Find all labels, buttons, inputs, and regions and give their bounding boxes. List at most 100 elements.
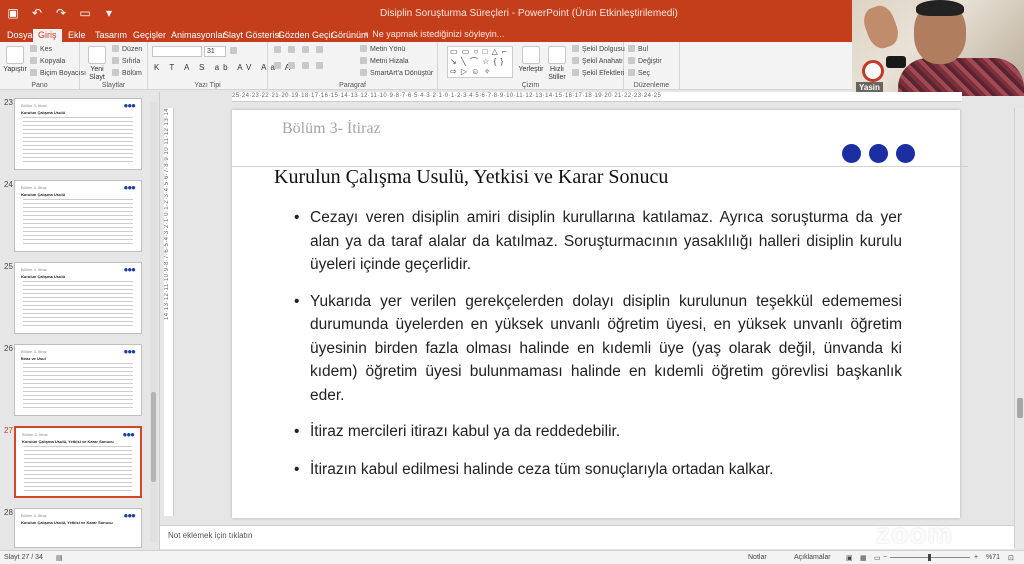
grow-font-button[interactable]	[230, 47, 240, 55]
scrollbar-thumb[interactable]	[151, 392, 156, 482]
align-text-button[interactable]: Metni Hizala	[360, 57, 409, 65]
presenter-shirt	[898, 58, 1024, 96]
slide-sorter-icon[interactable]: ▦	[860, 554, 867, 562]
tab-transitions[interactable]: Geçişler	[128, 29, 171, 42]
justify-button[interactable]	[316, 62, 326, 70]
dots-icon: ●●●	[123, 265, 136, 274]
bullet-item[interactable]: İtiraz mercileri itirazı kabul ya da red…	[294, 420, 902, 444]
decrease-indent-button[interactable]	[302, 46, 312, 54]
align-center-button[interactable]	[288, 62, 298, 70]
bullet-item[interactable]: İtirazın kabul edilmesi halinde ceza tüm…	[294, 458, 902, 482]
presenter-hand	[859, 2, 903, 52]
zoom-watermark: zoom	[876, 518, 954, 549]
notes-placeholder[interactable]: Not eklemek için tıklatın	[168, 531, 252, 540]
thumbnail-heading: Kurulun Çalışma Usulü	[21, 192, 66, 197]
spellcheck-icon[interactable]: ▤	[56, 554, 63, 562]
new-slide-icon	[88, 46, 106, 64]
numbering-button[interactable]	[288, 46, 298, 54]
tab-home[interactable]: Giriş	[33, 29, 62, 42]
format-painter-button[interactable]: Biçim Boyacısı	[30, 69, 86, 77]
select-button[interactable]: Seç	[628, 69, 650, 77]
slide-body-text[interactable]: Cezayı veren disiplin amiri disiplin kur…	[294, 206, 902, 481]
cut-button[interactable]: Kes	[30, 45, 52, 53]
bullet-item[interactable]: Cezayı veren disiplin amiri disiplin kur…	[294, 206, 902, 277]
quick-styles-button[interactable]: Hızlı Stiller	[544, 46, 570, 82]
tab-design[interactable]: Tasarım	[90, 29, 132, 42]
shapes-gallery[interactable]: ▭ ▭ ○ □ △ ⌐ ↘ ╲ ⌒ ☆ { } ⇨ ▷ ☺ ✧	[447, 46, 513, 78]
text-direction-button[interactable]: Metin Yönü	[360, 45, 405, 53]
align-right-button[interactable]	[302, 62, 312, 70]
group-editing: Bul Değiştir Seç Düzenleme	[624, 42, 680, 90]
quick-access-toolbar: ▣ ↶ ↷ ▭ ▾	[6, 6, 116, 20]
group-label-drawing: Çizim	[521, 82, 540, 89]
reading-view-icon[interactable]: ▭	[874, 554, 881, 562]
present-icon[interactable]: ▭	[78, 6, 92, 20]
group-clipboard: Yapıştır Kes Kopyala Biçim Boyacısı Pano	[0, 42, 86, 90]
tell-me-box[interactable]: ♀ Ne yapmak istediğinizi söyleyin...	[363, 29, 504, 39]
bullet-item[interactable]: Yukarıda yer verilen gerekçelerden dolay…	[294, 290, 902, 408]
thumbnail-section: Bölüm 3- İtiraz	[21, 349, 47, 354]
thumbnail-text-lines	[23, 117, 133, 165]
slide-thumbnail[interactable]: Bölüm 3- İtiraz Kurulun Çalışma Usulü ●●…	[14, 180, 142, 252]
dot-icon	[896, 144, 915, 163]
thumbnail-number: 25	[4, 262, 13, 271]
reset-button[interactable]: Sıfırla	[112, 57, 140, 65]
zoom-level[interactable]: %71	[986, 554, 1000, 561]
thumbnail-section: Bölüm 3- İtiraz	[22, 432, 48, 437]
shape-fill-button[interactable]: Şekil Dolgusu	[572, 45, 625, 53]
customize-qat-icon[interactable]: ▾	[102, 6, 116, 20]
notes-button[interactable]: Notlar	[748, 554, 767, 561]
convert-smartart-button[interactable]: SmartArt'a Dönüştür	[360, 69, 433, 77]
horizontal-ruler[interactable]: 25·24·23·22·21·20·19·18·17·16·15·14·13·1…	[232, 92, 962, 102]
find-button[interactable]: Bul	[628, 45, 648, 53]
vertical-ruler-marks: 14·13·12·11·10·9·8·7·6·5·4·3·2·1·0·1·2·3…	[164, 108, 170, 320]
paste-button[interactable]: Yapıştır	[2, 46, 28, 74]
status-bar: Slayt 27 / 34 ▤ Notlar Açıklamalar ▣ ▦ ▭…	[0, 550, 1024, 564]
editor-scrollbar[interactable]	[1014, 108, 1024, 548]
slide-section-title[interactable]: Bölüm 3- İtiraz	[282, 120, 381, 138]
fit-to-window-icon[interactable]: ⊡	[1008, 554, 1014, 562]
slide-thumbnail[interactable]: Bölüm 3- İtiraz İtiraz ve Usul ●●●	[14, 344, 142, 416]
dots-decoration	[842, 144, 915, 163]
scrollbar-thumb[interactable]	[1017, 398, 1023, 418]
layout-button[interactable]: Düzen	[112, 45, 142, 53]
thumbnail-heading: Kurulun Çalışma Usulü, Yetkisi ve Karar …	[21, 520, 113, 525]
thumbnails-scrollbar[interactable]	[150, 102, 157, 542]
save-icon[interactable]: ▣	[6, 6, 20, 20]
slide-thumbnail[interactable]: Bölüm 3- İtiraz Kurulun Çalışma Usulü ●●…	[14, 262, 142, 334]
thumbnail-number: 23	[4, 98, 13, 107]
group-label-clipboard: Pano	[31, 82, 48, 89]
comments-button[interactable]: Açıklamalar	[794, 554, 831, 561]
zoom-slider-handle[interactable]	[928, 554, 931, 561]
slide-thumbnail[interactable]: Bölüm 3- İtiraz Kurulun Çalışma Usulü, Y…	[14, 508, 142, 548]
arrange-button[interactable]: Yerleştir	[518, 46, 544, 74]
undo-icon[interactable]: ↶	[30, 6, 44, 20]
zoom-out-icon[interactable]: −	[883, 554, 887, 561]
zoom-slider[interactable]	[890, 554, 970, 561]
replace-button[interactable]: Değiştir	[628, 57, 662, 65]
slide-canvas[interactable]: Bölüm 3- İtiraz Kurulun Çalışma Usulü, Y…	[232, 110, 968, 518]
vertical-ruler[interactable]: 14·13·12·11·10·9·8·7·6·5·4·3·2·1·0·1·2·3…	[164, 108, 174, 516]
tab-insert[interactable]: Ekle	[63, 29, 91, 42]
new-slide-button[interactable]: Yeni Slayt	[84, 46, 110, 82]
copy-button[interactable]: Kopyala	[30, 57, 65, 65]
font-name-combo[interactable]	[152, 46, 202, 57]
slide-thumbnail-selected[interactable]: Bölüm 3- İtiraz Kurulun Çalışma Usulü, Y…	[14, 426, 142, 498]
zoom-in-icon[interactable]: +	[974, 554, 978, 561]
section-button[interactable]: Bölüm	[112, 69, 142, 77]
slide-thumbnail[interactable]: Bölüm 3- İtiraz Kurulun Çalışma Usulü ●●…	[14, 98, 142, 170]
shape-effects-button[interactable]: Şekil Efektleri	[572, 69, 624, 77]
thumbnail-number: 28	[4, 508, 13, 517]
thumbnail-number: 26	[4, 344, 13, 353]
shape-outline-button[interactable]: Şekil Anahatı	[572, 57, 623, 65]
group-label-slides: Slaytlar	[101, 82, 126, 89]
align-left-button[interactable]	[274, 62, 284, 70]
thumbnail-heading: Kurulun Çalışma Usulü	[21, 110, 66, 115]
normal-view-icon[interactable]: ▣	[846, 554, 853, 562]
font-size-combo[interactable]: 31	[204, 46, 226, 57]
redo-icon[interactable]: ↷	[54, 6, 68, 20]
wristwatch	[886, 56, 906, 68]
slide-heading[interactable]: Kurulun Çalışma Usulü, Yetkisi ve Karar …	[274, 166, 668, 189]
increase-indent-button[interactable]	[316, 46, 326, 54]
bullets-button[interactable]	[274, 46, 284, 54]
